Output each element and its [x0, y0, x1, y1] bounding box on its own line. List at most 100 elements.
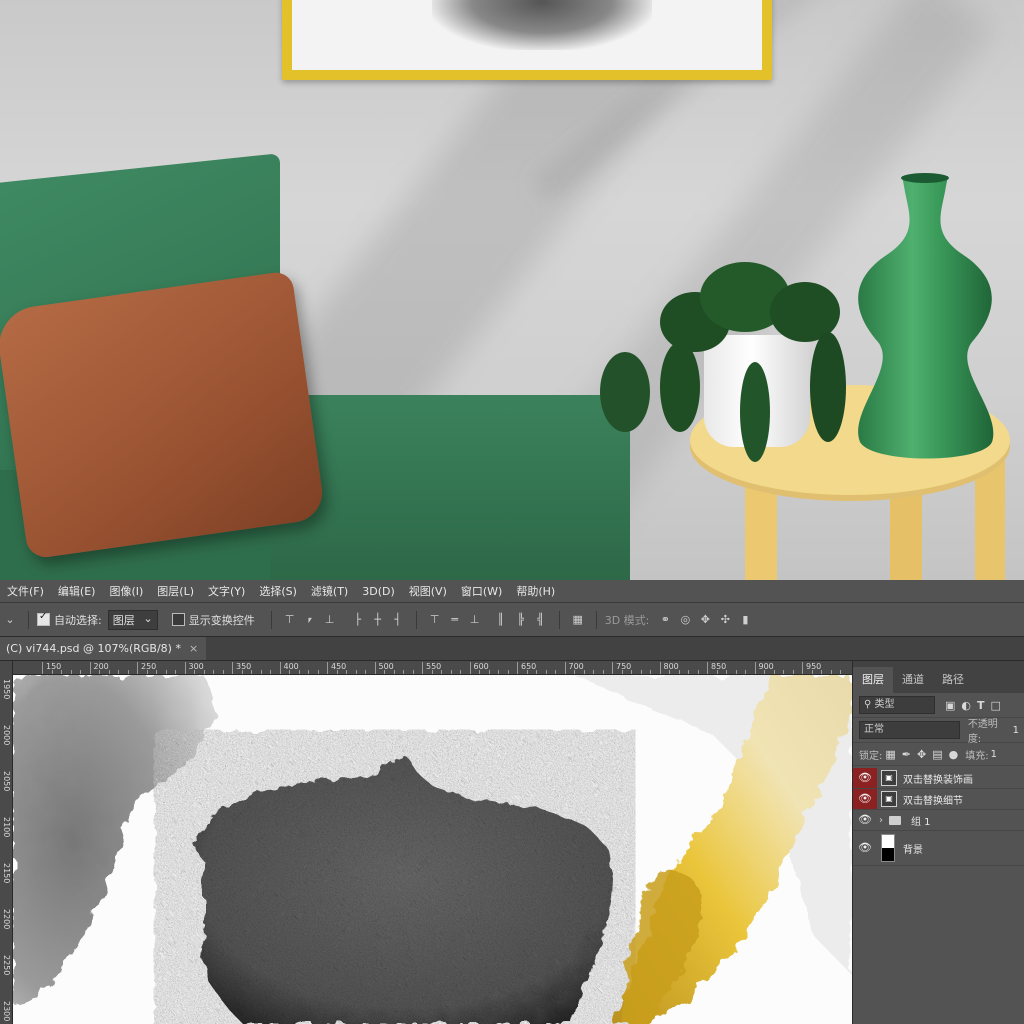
ruler-minor-tick	[108, 670, 110, 674]
align-left-icon[interactable]: ├	[350, 613, 366, 626]
menu-type[interactable]: 文字(Y)	[201, 583, 252, 599]
ruler-minor-tick	[792, 670, 794, 674]
eye-icon[interactable]: 👁	[853, 789, 877, 809]
menu-filter[interactable]: 滤镜(T)	[304, 583, 355, 599]
ruler-minor-tick	[488, 670, 490, 674]
menu-select[interactable]: 选择(S)	[252, 583, 304, 599]
document-tab[interactable]: (C) vi744.psd @ 107%(RGB/8) * ×	[0, 637, 207, 660]
ruler-tick	[469, 662, 471, 674]
blend-row: 正常 不透明度: 1	[853, 718, 1024, 745]
tab-layers[interactable]: 图层	[853, 667, 893, 693]
document-canvas[interactable]	[13, 675, 852, 1024]
ruler-minor-tick	[260, 670, 262, 674]
lock-pixels-icon[interactable]: ✒	[902, 748, 911, 761]
document-tab-bar: (C) vi744.psd @ 107%(RGB/8) * ×	[0, 637, 1024, 661]
ruler-tick	[137, 662, 138, 674]
layer-name: 组 1	[911, 816, 931, 828]
filter-type-icon[interactable]: T	[977, 699, 985, 712]
divider	[28, 610, 29, 629]
auto-select-dropdown[interactable]: 图层 ⌄	[107, 609, 158, 630]
menu-layer[interactable]: 图层(L)	[150, 583, 201, 599]
fill-value[interactable]: 1	[991, 749, 997, 760]
ruler-label: 350	[236, 662, 252, 671]
distribute-vcenter-icon[interactable]: ═	[447, 613, 463, 626]
ruler-minor-tick	[156, 670, 157, 674]
blend-mode-dropdown[interactable]: 正常	[859, 721, 960, 739]
ruler-minor-tick	[346, 670, 347, 674]
menu-3d[interactable]: 3D(D)	[355, 585, 402, 598]
eye-icon[interactable]: 👁	[853, 768, 877, 788]
eye-icon[interactable]: 👁	[853, 831, 877, 865]
align-vcenter-icon[interactable]: ⎖	[302, 613, 318, 627]
filter-shape-icon[interactable]: □	[991, 699, 1001, 712]
filter-adjustment-icon[interactable]: ◐	[961, 699, 971, 712]
ruler-minor-tick	[450, 670, 452, 674]
document-tab-title: (C) vi744.psd @ 107%(RGB/8) *	[6, 642, 181, 655]
ruler-minor-tick	[251, 670, 252, 674]
ruler-minor-tick	[498, 670, 499, 674]
menu-image[interactable]: 图像(I)	[102, 583, 150, 599]
3d-roll-icon[interactable]: ◎	[677, 613, 693, 626]
distribute-right-icon[interactable]: ╣	[533, 613, 549, 626]
distribute-hcenter-icon[interactable]: ╠	[513, 613, 529, 626]
layer-row[interactable]: 👁 ▣ 双击替换细节	[853, 789, 1024, 810]
chevron-right-icon[interactable]: ›	[879, 815, 883, 826]
menu-view[interactable]: 视图(V)	[402, 583, 454, 599]
layer-row[interactable]: 👁 背景	[853, 831, 1024, 866]
ruler-minor-tick	[536, 670, 537, 674]
3d-scale-icon[interactable]: ▮	[737, 613, 753, 626]
layer-row[interactable]: 👁 › 组 1	[853, 810, 1024, 831]
show-transform-checkbox[interactable]	[171, 613, 185, 626]
eye-icon[interactable]: 👁	[853, 810, 877, 830]
auto-align-icon[interactable]: ▦	[570, 613, 586, 626]
divider	[595, 610, 597, 629]
ruler-minor-tick	[545, 670, 547, 674]
menu-bar: 文件(F) 编辑(E) 图像(I) 图层(L) 文字(Y) 选择(S) 滤镜(T…	[0, 580, 1024, 603]
ruler-minor-tick	[602, 670, 604, 674]
tab-paths[interactable]: 路径	[933, 667, 973, 693]
auto-select-checkbox[interactable]	[37, 611, 50, 626]
menu-window[interactable]: 窗口(W)	[454, 583, 509, 599]
distribute-bottom-icon[interactable]: ⊥	[467, 613, 483, 626]
ruler-minor-tick	[118, 670, 119, 674]
3d-slide-icon[interactable]: ✣	[717, 613, 733, 626]
layer-row[interactable]: 👁 ▣ 双击替换装饰画	[853, 768, 1024, 789]
align-right-icon[interactable]: ┤	[390, 613, 406, 626]
ruler-minor-tick	[726, 670, 727, 674]
tool-preset-chevron-icon[interactable]: ⌄	[2, 613, 18, 626]
opacity-value[interactable]: 1	[1013, 725, 1019, 736]
distribute-left-icon[interactable]: ║	[493, 613, 509, 626]
align-top-icon[interactable]: ⊤	[282, 613, 298, 626]
distribute-top-icon[interactable]: ⊤	[427, 613, 443, 626]
filter-image-icon[interactable]: ▣	[945, 699, 955, 712]
ruler-minor-tick	[203, 670, 205, 674]
ruler-minor-tick	[764, 670, 765, 674]
menu-help[interactable]: 帮助(H)	[509, 583, 562, 599]
3d-pan-icon[interactable]: ✥	[697, 613, 713, 626]
ruler-minor-tick	[393, 670, 395, 674]
ruler-tick	[707, 662, 708, 674]
ruler-label: 2150	[2, 863, 11, 884]
align-bottom-icon[interactable]: ⊥	[322, 613, 338, 626]
lock-artboard-icon[interactable]: ▤	[932, 748, 942, 761]
ruler-label: 600	[473, 662, 489, 671]
ruler-tick	[517, 662, 518, 674]
3d-orbit-icon[interactable]: ⚭	[657, 613, 673, 626]
align-hcenter-icon[interactable]: ┼	[370, 613, 386, 626]
menu-edit[interactable]: 编辑(E)	[51, 583, 103, 599]
ruler-label: 150	[46, 662, 62, 671]
ruler-minor-tick	[745, 670, 746, 674]
lock-transparency-icon[interactable]: ▦	[885, 748, 895, 761]
tab-channels[interactable]: 通道	[893, 667, 933, 693]
opacity-label: 不透明度:	[967, 719, 998, 745]
lock-position-icon[interactable]: ✥	[917, 748, 926, 761]
ruler-tick	[659, 662, 661, 674]
ruler-tick	[754, 662, 756, 674]
lock-all-icon[interactable]: ●	[949, 748, 959, 761]
ruler-label: 700	[568, 662, 584, 671]
ivy-plant	[600, 262, 850, 462]
menu-file[interactable]: 文件(F)	[0, 583, 51, 599]
close-icon[interactable]: ×	[189, 642, 198, 655]
ruler-minor-tick	[431, 670, 433, 674]
layer-filter-dropdown[interactable]: ⚲ 类型	[859, 696, 935, 714]
